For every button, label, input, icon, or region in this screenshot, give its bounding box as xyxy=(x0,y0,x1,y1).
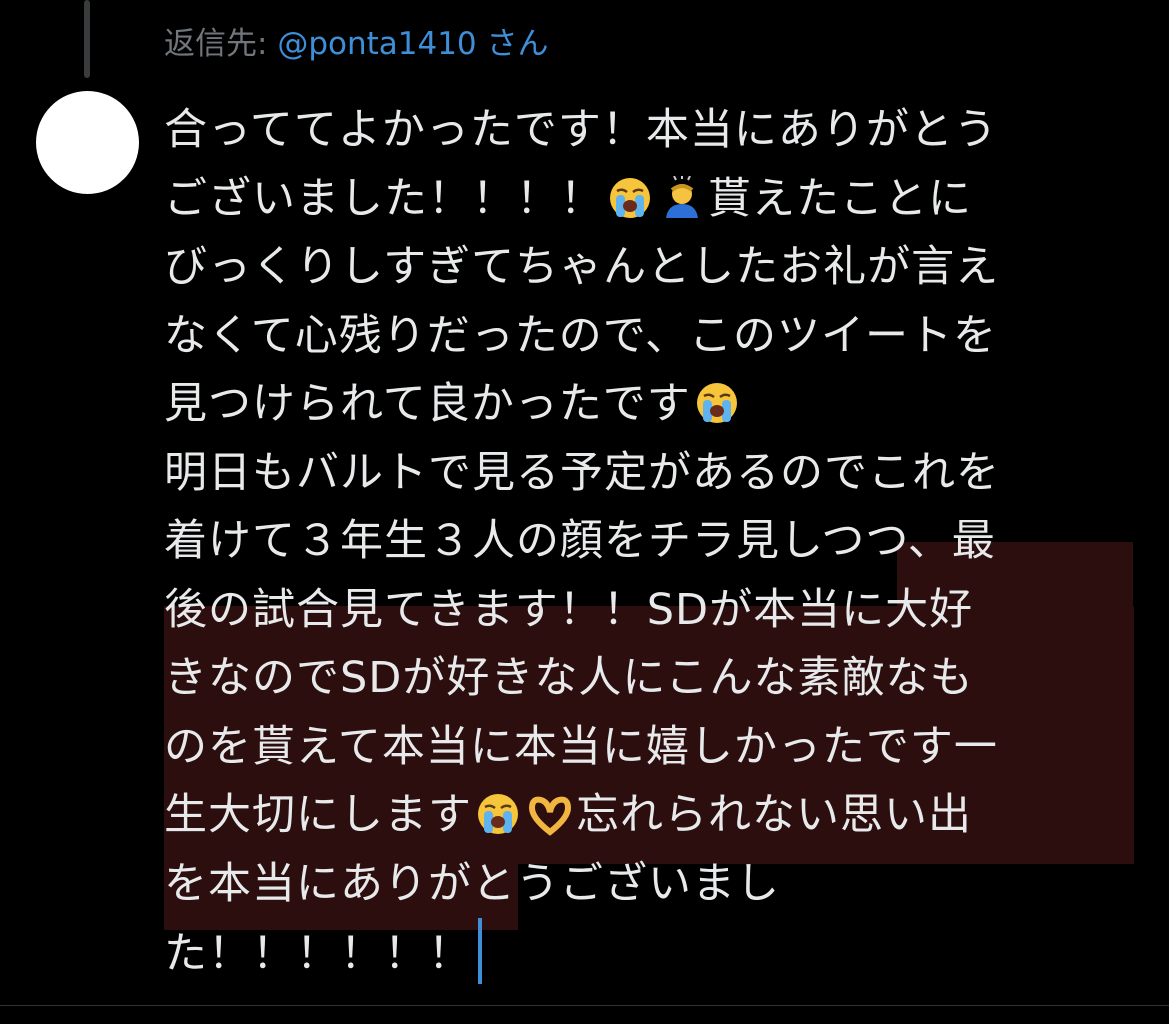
reply-mention-link[interactable]: @ponta1410 xyxy=(277,26,476,62)
tweet-text: 生大切にします xyxy=(164,790,472,840)
loudly-crying-face-emoji xyxy=(608,176,652,220)
reply-to-label: 返信先: xyxy=(164,26,278,62)
tweet-line: ございました！！！！ 貰えたことに xyxy=(164,165,1154,234)
tweet-text-selected: 当に大好 xyxy=(797,584,974,635)
person-bowing-emoji xyxy=(660,175,704,220)
tweet-text-editor[interactable]: 合っててよかったです！本当にありがとう ございました！！！！ 貰えたことに びっ… xyxy=(164,96,1154,987)
tweet-text: 後の試合見てきます！！SDが本 xyxy=(164,584,798,635)
tweet-line: 着けて３年生３人の顔をチラ見しつつ、最 xyxy=(164,516,996,566)
tweet-line: なくて心残りだったので、このツイートを xyxy=(164,310,997,361)
text-cursor xyxy=(478,918,482,984)
tweet-line: 合っててよかったです！本当にありがとう xyxy=(164,105,998,155)
tweet-line: 見つけられて良かったです xyxy=(164,370,1154,439)
tweet-line: を本当にありがとうございまし xyxy=(164,858,780,909)
loudly-crying-face-emoji xyxy=(695,381,739,425)
tweet-line: た！！！！！！ xyxy=(164,918,1154,987)
tweet-text: ございました！！！！ xyxy=(164,173,604,224)
tweet-line: びっくりしすぎてちゃんとしたお礼が言え xyxy=(164,242,1000,292)
tweet-text: 見つけられて良かったです xyxy=(164,379,691,429)
reply-to-line: 返信先: @ponta1410 さん xyxy=(164,22,549,66)
reply-mention-suffix: さん xyxy=(476,26,549,62)
tweet-line: のを貰えて本当に本当に嬉しかったです一 xyxy=(164,721,998,772)
heart-hands-emoji xyxy=(528,792,572,836)
tweet-line: きなのでSDが好きな人にこんな素敵なも xyxy=(164,653,974,703)
loudly-crying-face-emoji xyxy=(476,792,520,836)
thread-connector-line xyxy=(84,0,90,78)
tweet-text: 貰えたことに xyxy=(708,173,972,224)
avatar[interactable] xyxy=(36,91,139,194)
tweet-line: 後の試合見てきます！！SDが本当に大好 xyxy=(164,576,1154,645)
tweet-line: 生大切にします 忘れられない思い出 xyxy=(164,781,1154,850)
tweet-text: た！！！！！！ xyxy=(164,929,472,979)
tweet-text: 忘れられない思い出 xyxy=(576,790,972,840)
tweet-line: 明日もバルトで見る予定があるのでこれを xyxy=(164,447,1000,498)
divider xyxy=(0,1005,1169,1006)
